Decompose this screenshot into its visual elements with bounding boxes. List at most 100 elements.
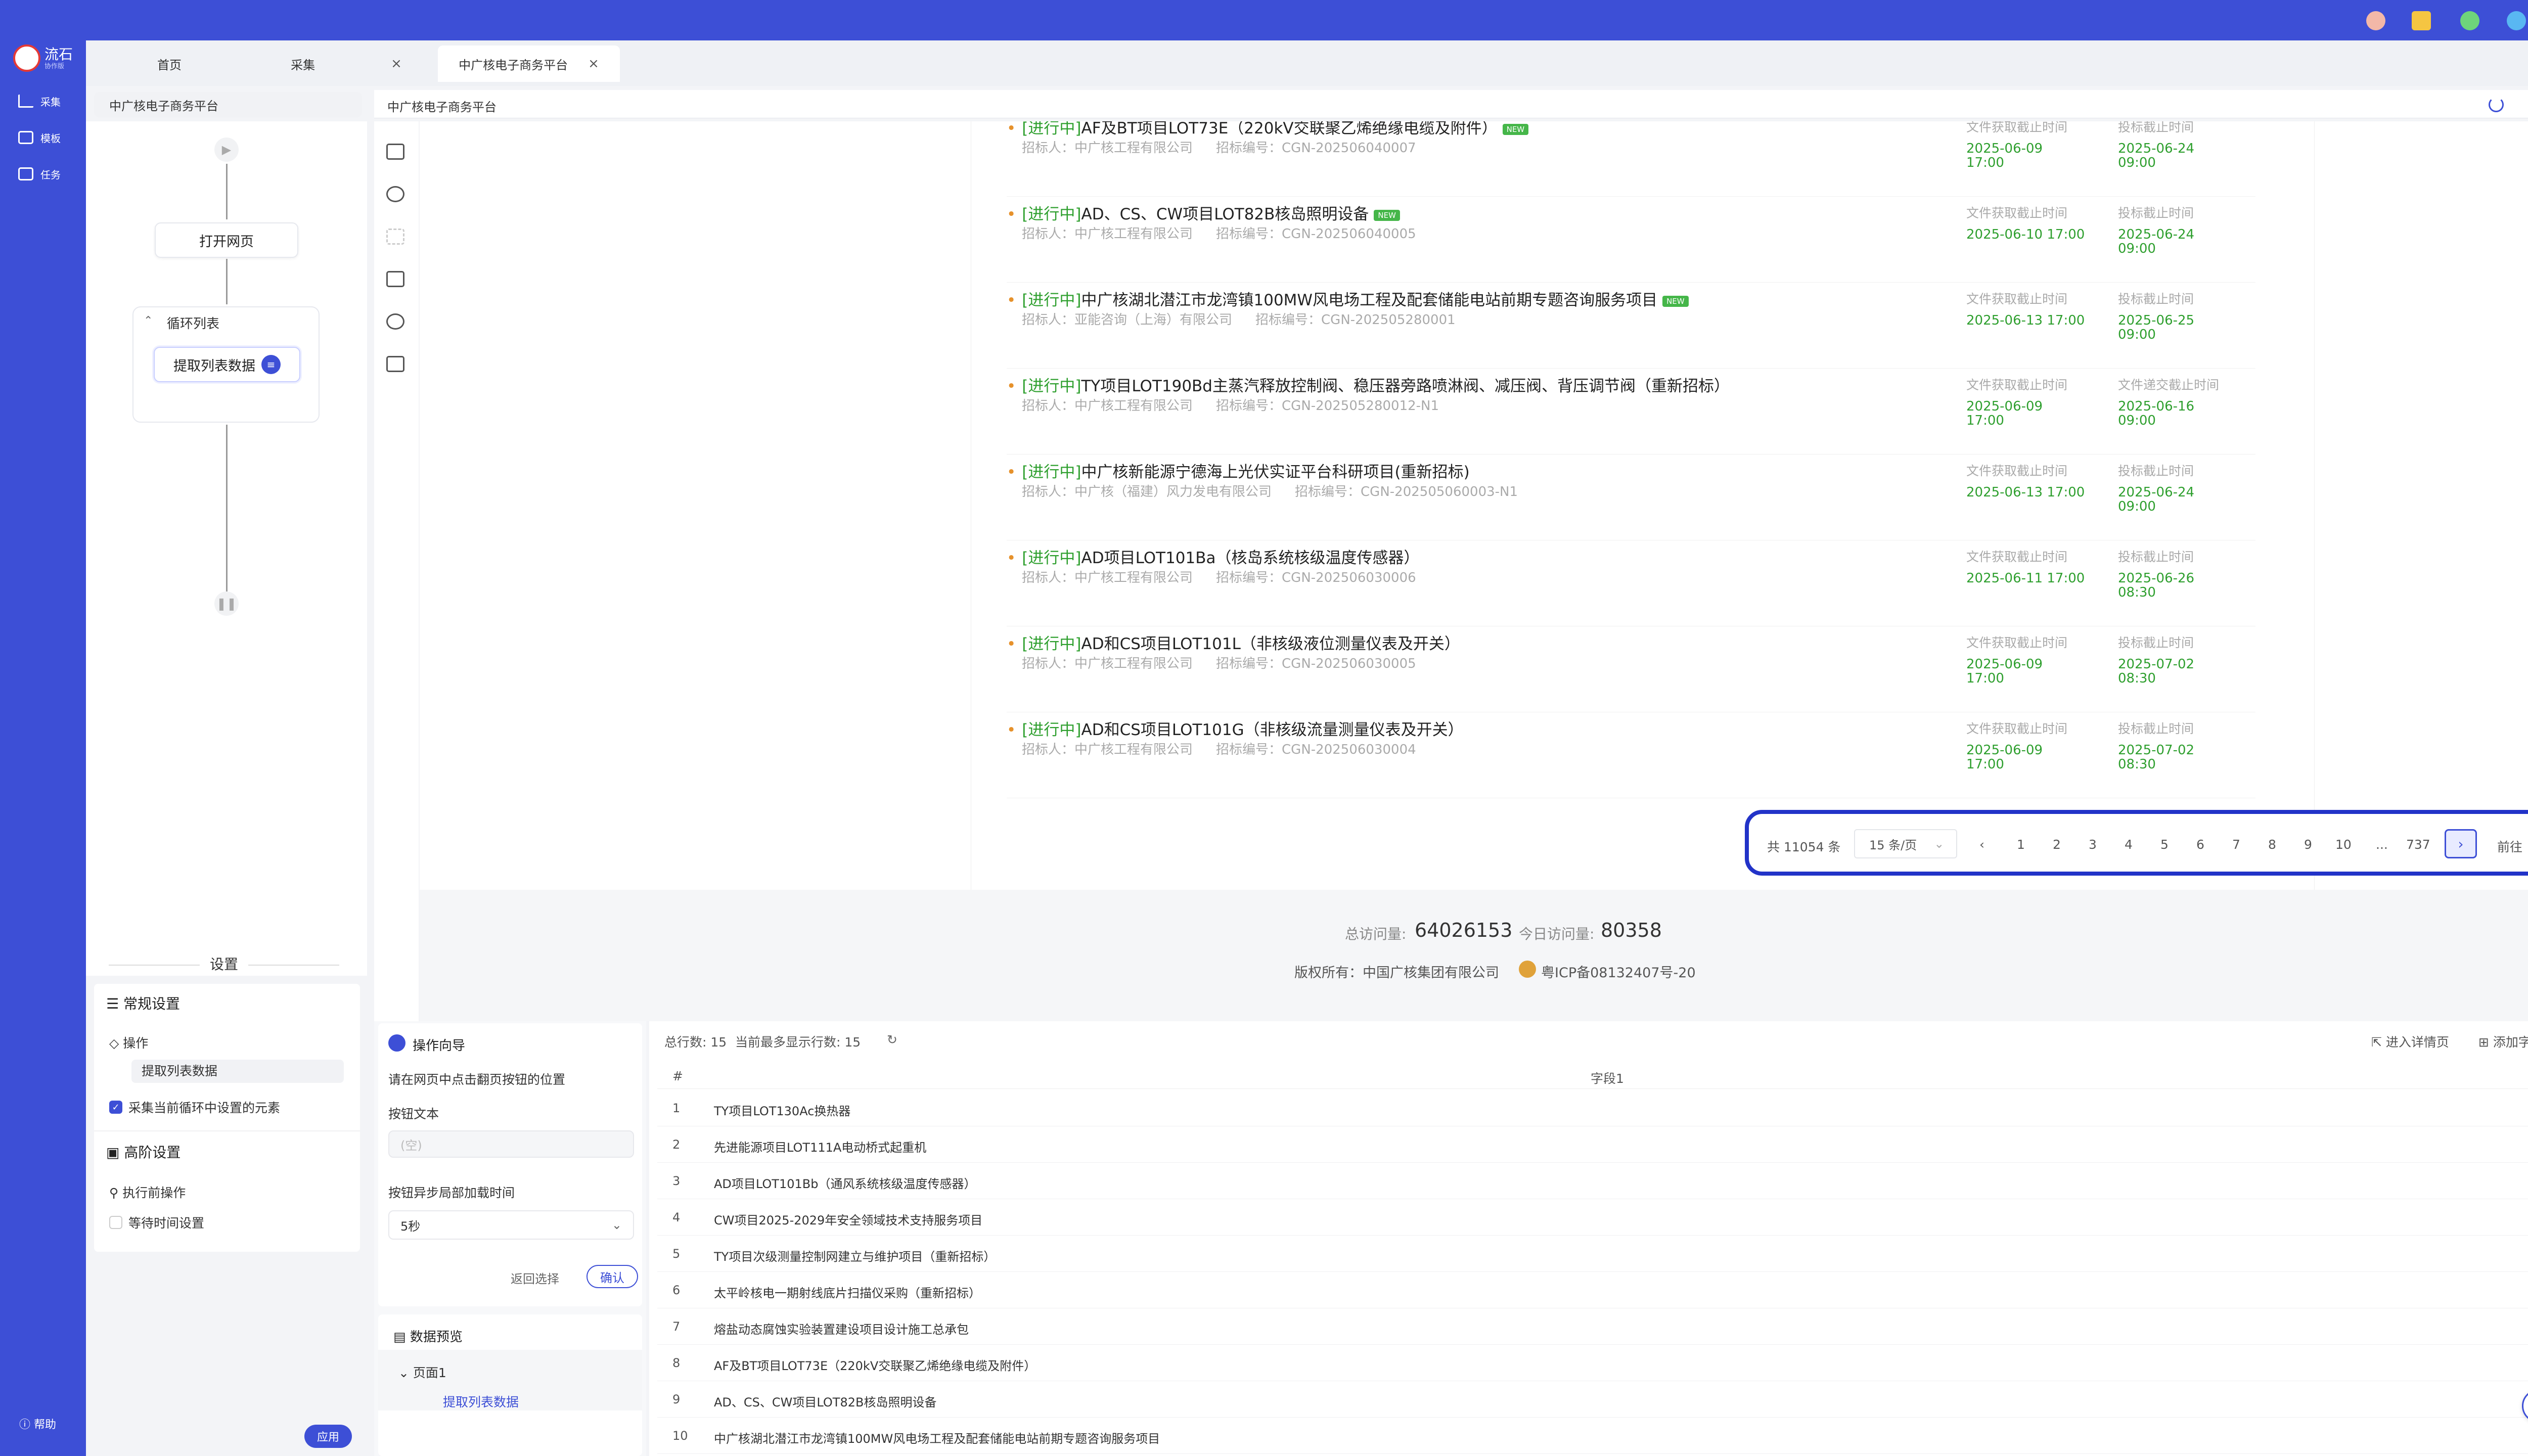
close-icon[interactable]: × [588, 56, 599, 71]
confirm-button[interactable]: 确认 [586, 1265, 638, 1288]
page-6[interactable]: 6 [2196, 837, 2204, 852]
user-avatar-icon[interactable] [2366, 11, 2385, 30]
beta-badge-icon[interactable] [2460, 11, 2479, 30]
bid-deadline-label: 投标截止时间 [2118, 721, 2194, 736]
loop-node[interactable]: ⌃ 循环列表 提取列表数据 ≡ [132, 306, 320, 423]
operation-select[interactable]: 提取列表数据 [131, 1060, 344, 1083]
add-field-button[interactable]: ⊞ 添加字段 [2478, 1032, 2528, 1051]
copyright-text: 版权所有：中国广核集团有限公司 [1294, 965, 1499, 981]
divider [1007, 282, 2255, 283]
help-icon: ⓘ [19, 1419, 34, 1431]
tab-home[interactable]: 首页 [96, 46, 243, 82]
status-tag: [进行中] [1022, 205, 1081, 223]
page-4[interactable]: 4 [2125, 837, 2133, 852]
page-3[interactable]: 3 [2089, 837, 2097, 852]
url-input[interactable]: 中广核电子商务平台 [387, 97, 496, 115]
row-index: 3 [672, 1174, 681, 1188]
tender-item: • [进行中]AF及BT项目LOT73E（220kV交联聚乙烯绝缘电缆及附件） NE… [1007, 121, 2255, 201]
save-icon[interactable] [386, 356, 404, 372]
tender-org: 招标人：中广核（福建）风力发电有限公司 [1022, 484, 1272, 499]
extract-list-node[interactable]: 提取列表数据 ≡ [154, 347, 300, 382]
notification-icon[interactable] [2507, 11, 2526, 30]
table-row: 7 熔盐动态腐蚀实验装置建设项目设计施工总承包 [657, 1308, 2528, 1345]
collect-loop-option[interactable]: ✓ 采集当前循环中设置的元素 [109, 1098, 280, 1116]
next-page-button[interactable]: › [2445, 829, 2477, 858]
rail-item-collect[interactable]: 采集 [18, 91, 61, 111]
back-select-button[interactable]: 返回选择 [511, 1269, 559, 1287]
tender-title-link[interactable]: • [进行中]AD和CS项目LOT101G（非核级流量测量仪表及开关） [1007, 717, 1464, 740]
eye-icon[interactable] [386, 186, 404, 202]
table-row: 8 AF及BT项目LOT73E（220kV交联聚乙烯绝缘电缆及附件） [657, 1345, 2528, 1381]
page-9[interactable]: 9 [2304, 837, 2312, 852]
reload-icon[interactable]: ↻ [887, 1032, 897, 1047]
total-visits-label: 总访问量: [1345, 926, 1407, 942]
image-icon[interactable] [386, 271, 404, 287]
flow-title-field[interactable]: 中广核电子商务平台 [94, 92, 362, 117]
tender-title-link[interactable]: • [进行中]AD和CS项目LOT101L（非核级液位测量仪表及开关） [1007, 631, 1460, 654]
play-icon[interactable]: ▶ [214, 138, 239, 162]
prev-page-button[interactable]: ‹ [1979, 837, 1984, 852]
help-link[interactable]: ⓘ 帮助 [19, 1416, 56, 1432]
tab-cgn-platform[interactable]: 中广核电子商务平台 × [438, 46, 620, 82]
page-10[interactable]: 10 [2335, 837, 2352, 852]
tender-title-link[interactable]: • [进行中]TY项目LOT190Bd主蒸汽释放控制阀、稳压器旁路喷淋阀、减压阀、… [1007, 373, 1730, 396]
new-badge: NEW [1662, 295, 1689, 307]
collapse-icon[interactable]: ⌃ [144, 314, 153, 327]
tender-title-link[interactable]: • [进行中]AD项目LOT101Ba（核岛系统核级温度传感器） [1007, 545, 1420, 568]
tender-item: • [进行中]AD、CS、CW项目LOT82B核岛照明设备 NEW 招标人：中广核工程… [1007, 201, 2255, 287]
police-badge-icon [1519, 961, 1536, 978]
before-action-row[interactable]: ⚲ 执行前操作 [109, 1183, 186, 1201]
col-field1[interactable]: 字段1 [1591, 1069, 1624, 1087]
page-1[interactable]: 1 [2017, 837, 2025, 852]
pause-icon[interactable]: ❚❚ [214, 592, 239, 616]
bid-deadline-value: 2025-06-16 09:00 [2118, 399, 2195, 428]
tab-collect[interactable]: 采集 × [263, 46, 430, 82]
diamond-icon[interactable] [2412, 11, 2431, 30]
checkbox-checked[interactable]: ✓ [109, 1101, 122, 1114]
advanced-settings-heading[interactable]: ▣ 高阶设置 [106, 1142, 180, 1162]
close-icon[interactable]: × [391, 56, 402, 71]
tender-title-link[interactable]: • [进行中]AF及BT项目LOT73E（220kV交联聚乙烯绝缘电缆及附件） NE… [1007, 121, 1529, 138]
preview-tree: ⌄ 页面1 提取列表数据 [378, 1350, 642, 1410]
expand-icon[interactable] [386, 229, 404, 245]
page1-node[interactable]: ⌄ 页面1 [398, 1363, 446, 1381]
button-text-input[interactable]: (空) [388, 1130, 634, 1158]
new-badge: NEW [1502, 123, 1529, 135]
page-8[interactable]: 8 [2268, 837, 2276, 852]
async-load-select[interactable]: 5秒 ⌄ [388, 1210, 634, 1240]
tender-title-link[interactable]: • [进行中]AD、CS、CW项目LOT82B核岛照明设备 NEW [1007, 201, 1400, 224]
gear-icon[interactable] [386, 313, 404, 330]
tender-org: 招标人：中广核工程有限公司 [1022, 226, 1193, 242]
tender-title-link[interactable]: • [进行中]中广核新能源宁德海上光伏实证平台科研项目(重新招标) [1007, 459, 1470, 482]
page-7[interactable]: 7 [2232, 837, 2240, 852]
general-settings-heading[interactable]: ☰ 常规设置 [106, 993, 180, 1013]
sidebar-toggle-icon[interactable] [386, 144, 404, 160]
icp-link[interactable]: 粤ICP备08132407号-20 [1541, 962, 1696, 981]
refresh-icon[interactable] [2489, 97, 2504, 112]
checkbox-unchecked[interactable] [109, 1216, 122, 1229]
page-737[interactable]: 737 [2406, 837, 2430, 852]
guide-instruction: 请在网页中点击翻页按钮的位置 [388, 1072, 566, 1087]
page-2[interactable]: 2 [2053, 837, 2061, 852]
address-bar: 中广核电子商务平台 采集 [374, 90, 2528, 118]
detail-label: 进入详情页 [2385, 1035, 2449, 1050]
rail-item-template[interactable]: 模板 [18, 127, 61, 148]
divider [94, 1130, 360, 1131]
file-deadline-value: 2025-06-09 17:00 [1966, 743, 2043, 772]
open-page-node[interactable]: 打开网页 [155, 222, 298, 258]
rail-item-label: 任务 [40, 168, 61, 181]
page-ellipsis[interactable]: ... [2376, 837, 2388, 852]
tender-title-link[interactable]: • [进行中]中广核湖北潜江市龙湾镇100MW风电场工程及配套储能电站前期专题咨询… [1007, 287, 1689, 310]
rail-item-task[interactable]: 任务 [18, 164, 61, 184]
status-tag: [进行中] [1022, 635, 1081, 653]
apply-button[interactable]: 应用 [304, 1425, 352, 1448]
extract-preview-link[interactable]: 提取列表数据 [443, 1392, 519, 1410]
wait-time-option[interactable]: 等待时间设置 [109, 1213, 204, 1232]
flow-connector [226, 425, 228, 592]
site-footer: 总访问量: 64026153 今日访问量: 80358 版权所有：中国广核集团有… [420, 890, 2528, 1021]
tender-org: 招标人：中广核工程有限公司 [1022, 742, 1193, 757]
detail-page-button[interactable]: ⇱ 进入详情页 [2371, 1032, 2449, 1051]
page-5[interactable]: 5 [2160, 837, 2169, 852]
page-size-select[interactable]: 15 条/页 ⌄ [1854, 829, 1957, 858]
list-icon: ≡ [261, 355, 281, 374]
